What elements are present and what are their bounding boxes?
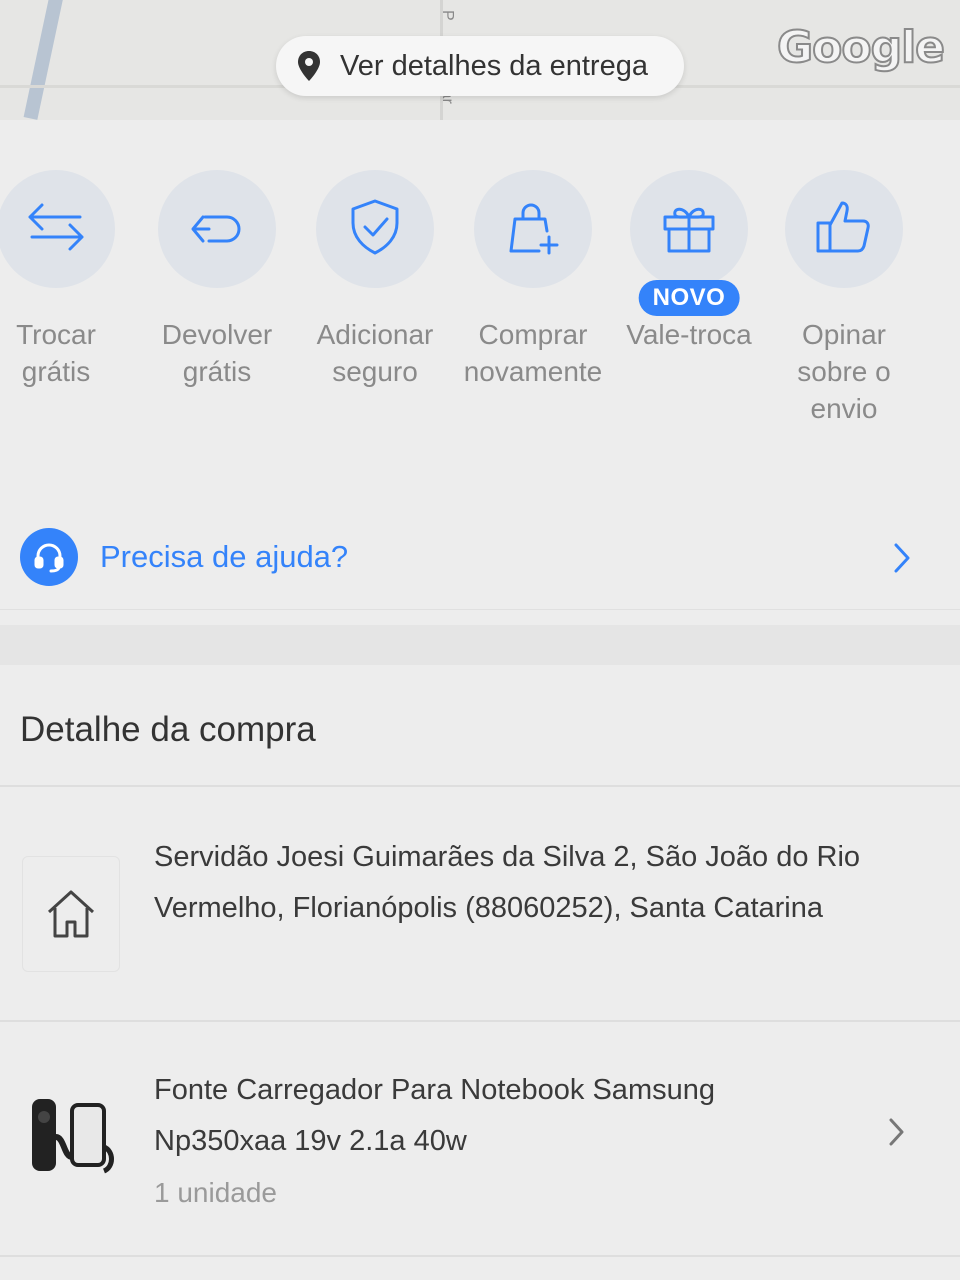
delivery-details-label: Ver detalhes da entrega <box>340 49 648 82</box>
action-label: Trocar grátis <box>16 319 96 387</box>
gift-icon <box>657 195 721 264</box>
swap-arrows-icon <box>24 195 88 264</box>
return-arrow-icon <box>185 195 249 264</box>
action-label: Adicionar seguro <box>316 319 434 387</box>
chevron-right-icon <box>888 1117 906 1152</box>
action-label: Devolver grátis <box>161 319 273 387</box>
action-label: Comprar novamente <box>463 319 603 387</box>
help-row[interactable]: Precisa de ajuda? <box>0 505 960 610</box>
action-label: Opinar sobre o envio <box>797 319 891 424</box>
action-adicionar-seguro[interactable]: Adicionar seguro <box>295 170 455 390</box>
action-icon-circle <box>630 170 748 288</box>
action-comprar-novamente[interactable]: Comprar novamente <box>453 170 613 390</box>
chevron-right-icon <box>892 541 912 580</box>
product-title: Fonte Carregador Para Notebook Samsung N… <box>154 1074 715 1157</box>
action-icon-circle <box>158 170 276 288</box>
headset-icon <box>20 528 78 586</box>
action-icon-circle <box>785 170 903 288</box>
action-trocar-gratis[interactable]: Trocar grátis <box>0 170 136 390</box>
action-vale-troca[interactable]: NOVO Vale-troca <box>609 170 769 353</box>
delivery-address-row: Servidão Joesi Guimarães da Silva 2, São… <box>0 820 960 1010</box>
action-label: Vale-troca <box>626 319 752 350</box>
section-divider <box>0 625 960 665</box>
divider-line <box>0 785 960 787</box>
help-label: Precisa de ajuda? <box>100 539 349 574</box>
product-image <box>22 1065 122 1205</box>
delivery-details-button[interactable]: Ver detalhes da entrega <box>276 36 684 96</box>
shopping-bag-plus-icon <box>501 195 565 264</box>
shield-check-icon <box>343 195 407 264</box>
action-icon-circle <box>316 170 434 288</box>
divider-line <box>0 1255 960 1257</box>
divider-line <box>0 1020 960 1022</box>
location-pin-icon <box>296 51 322 81</box>
delivery-map[interactable]: P iar Ver detalhes da entrega Google <box>0 0 960 120</box>
action-icon-circle <box>474 170 592 288</box>
product-row[interactable]: Fonte Carregador Para Notebook Samsung N… <box>0 1045 960 1245</box>
purchase-detail-title: Detalhe da compra <box>20 710 316 749</box>
delivery-address: Servidão Joesi Guimarães da Silva 2, São… <box>154 841 861 924</box>
action-opinar-envio[interactable]: Opinar sobre o envio <box>764 170 924 427</box>
order-actions: Trocar grátis Devolver grátis Adicionar … <box>0 170 960 460</box>
map-street-label: P <box>439 10 456 21</box>
home-icon <box>22 856 120 972</box>
map-road <box>23 0 67 120</box>
product-quantity: 1 unidade <box>154 1177 278 1208</box>
new-badge: NOVO <box>638 280 740 316</box>
action-devolver-gratis[interactable]: Devolver grátis <box>137 170 297 390</box>
google-logo: Google <box>776 21 946 74</box>
action-icon-circle <box>0 170 115 288</box>
thumbs-up-icon <box>812 195 876 264</box>
